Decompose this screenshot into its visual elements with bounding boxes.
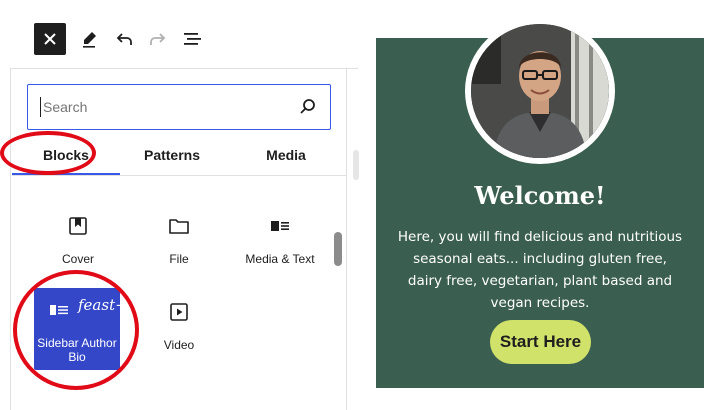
list-view-button[interactable] bbox=[181, 27, 205, 51]
list-view-icon bbox=[184, 33, 201, 45]
tab-media[interactable]: Media bbox=[236, 137, 336, 173]
card-title: Welcome! bbox=[474, 181, 606, 210]
redo-button[interactable] bbox=[146, 27, 170, 51]
block-label: Media & Text bbox=[245, 252, 315, 266]
close-icon bbox=[44, 33, 56, 45]
close-button[interactable] bbox=[34, 23, 66, 55]
block-file[interactable]: File bbox=[129, 210, 229, 284]
folder-icon bbox=[169, 219, 189, 234]
tab-patterns[interactable]: Patterns bbox=[122, 137, 222, 173]
block-video[interactable]: Video bbox=[129, 296, 229, 370]
pencil-icon bbox=[83, 32, 96, 48]
block-search[interactable] bbox=[27, 84, 331, 130]
card-description: Here, you will find delicious and nutrit… bbox=[397, 229, 683, 311]
start-here-button[interactable]: Start Here bbox=[490, 320, 591, 364]
cover-icon bbox=[69, 217, 87, 235]
panel-right-border bbox=[346, 69, 347, 410]
video-icon bbox=[170, 303, 188, 321]
toolbar-divider bbox=[10, 68, 358, 69]
tabs-divider bbox=[12, 175, 346, 176]
undo-button[interactable] bbox=[112, 27, 136, 51]
undo-icon bbox=[116, 33, 132, 45]
annotation-circle-tab bbox=[0, 131, 96, 175]
tools-button[interactable] bbox=[78, 27, 102, 51]
block-label: Cover bbox=[61, 252, 94, 266]
annotation-circle-block bbox=[13, 270, 139, 390]
search-icon[interactable] bbox=[298, 97, 318, 117]
block-label: File bbox=[169, 252, 189, 266]
search-input[interactable] bbox=[40, 97, 280, 117]
editor-toolbar bbox=[0, 0, 360, 70]
redo-icon bbox=[150, 33, 166, 45]
block-media-text[interactable]: Media & Text bbox=[230, 210, 330, 284]
author-avatar bbox=[465, 18, 615, 164]
media-text-icon bbox=[271, 221, 289, 231]
panel-left-border bbox=[10, 69, 11, 410]
tabs-scrollbar[interactable] bbox=[353, 150, 359, 180]
author-photo bbox=[471, 24, 609, 158]
panel-scrollbar-thumb[interactable] bbox=[334, 232, 342, 266]
block-label: Video bbox=[163, 338, 195, 352]
